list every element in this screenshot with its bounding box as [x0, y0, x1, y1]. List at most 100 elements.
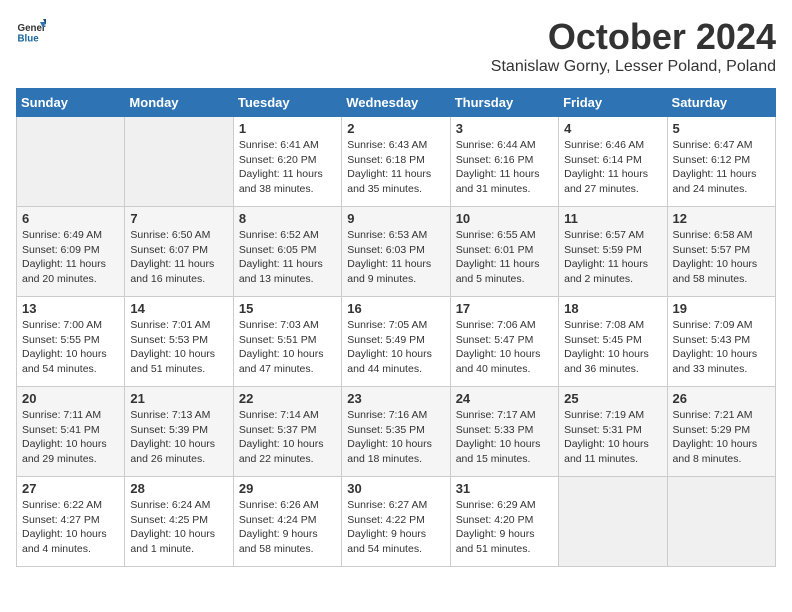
- day-number: 21: [130, 391, 227, 406]
- day-cell: 8 Sunrise: 6:52 AMSunset: 6:05 PMDaylight…: [233, 207, 341, 297]
- day-info: Sunrise: 7:06 AMSunset: 5:47 PMDaylight:…: [456, 318, 553, 377]
- day-info: Sunrise: 7:14 AMSunset: 5:37 PMDaylight:…: [239, 408, 336, 467]
- day-cell: 9 Sunrise: 6:53 AMSunset: 6:03 PMDaylight…: [342, 207, 450, 297]
- day-number: 19: [673, 301, 770, 316]
- day-number: 3: [456, 121, 553, 136]
- day-number: 1: [239, 121, 336, 136]
- col-header-wednesday: Wednesday: [342, 89, 450, 117]
- day-cell: 17 Sunrise: 7:06 AMSunset: 5:47 PMDayligh…: [450, 297, 558, 387]
- day-number: 17: [456, 301, 553, 316]
- day-info: Sunrise: 6:22 AMSunset: 4:27 PMDaylight:…: [22, 498, 119, 557]
- day-cell: 16Sunrise: 7:05 AMSunset: 5:49 PMDayligh…: [342, 297, 450, 387]
- day-number: 14: [130, 301, 227, 316]
- page-header: General Blue October 2024 Stanislaw Gorn…: [16, 16, 776, 76]
- day-number: 20: [22, 391, 119, 406]
- day-number: 25: [564, 391, 661, 406]
- day-cell: 27 Sunrise: 6:22 AMSunset: 4:27 PMDayligh…: [17, 477, 125, 567]
- day-cell: 31 Sunrise: 6:29 AMSunset: 4:20 PMDayligh…: [450, 477, 558, 567]
- day-cell: 24 Sunrise: 7:17 AMSunset: 5:33 PMDayligh…: [450, 387, 558, 477]
- day-info: Sunrise: 6:53 AMSunset: 6:03 PMDaylight:…: [347, 228, 444, 287]
- col-header-saturday: Saturday: [667, 89, 775, 117]
- day-cell: 2 Sunrise: 6:43 AMSunset: 6:18 PMDaylight…: [342, 117, 450, 207]
- day-cell: 13 Sunrise: 7:00 AMSunset: 5:55 PMDayligh…: [17, 297, 125, 387]
- day-number: 26: [673, 391, 770, 406]
- day-number: 7: [130, 211, 227, 226]
- col-header-sunday: Sunday: [17, 89, 125, 117]
- day-cell: 20 Sunrise: 7:11 AMSunset: 5:41 PMDayligh…: [17, 387, 125, 477]
- day-info: Sunrise: 6:43 AMSunset: 6:18 PMDaylight:…: [347, 138, 444, 197]
- week-row-5: 27 Sunrise: 6:22 AMSunset: 4:27 PMDayligh…: [17, 477, 776, 567]
- day-number: 4: [564, 121, 661, 136]
- day-number: 15: [239, 301, 336, 316]
- day-number: 12: [673, 211, 770, 226]
- day-number: 28: [130, 481, 227, 496]
- day-info: Sunrise: 7:03 AMSunset: 5:51 PMDaylight:…: [239, 318, 336, 377]
- day-number: 22: [239, 391, 336, 406]
- day-cell: 15 Sunrise: 7:03 AMSunset: 5:51 PMDayligh…: [233, 297, 341, 387]
- day-number: 9: [347, 211, 444, 226]
- day-info: Sunrise: 7:19 AMSunset: 5:31 PMDaylight:…: [564, 408, 661, 467]
- week-row-1: 1 Sunrise: 6:41 AMSunset: 6:20 PMDaylight…: [17, 117, 776, 207]
- day-info: Sunrise: 6:47 AMSunset: 6:12 PMDaylight:…: [673, 138, 770, 197]
- day-info: Sunrise: 7:11 AMSunset: 5:41 PMDaylight:…: [22, 408, 119, 467]
- day-cell: [17, 117, 125, 207]
- day-number: 31: [456, 481, 553, 496]
- col-header-thursday: Thursday: [450, 89, 558, 117]
- day-cell: 21 Sunrise: 7:13 AMSunset: 5:39 PMDayligh…: [125, 387, 233, 477]
- day-cell: 3 Sunrise: 6:44 AMSunset: 6:16 PMDaylight…: [450, 117, 558, 207]
- day-cell: [667, 477, 775, 567]
- day-number: 5: [673, 121, 770, 136]
- day-info: Sunrise: 6:50 AMSunset: 6:07 PMDaylight:…: [130, 228, 227, 287]
- day-cell: 23 Sunrise: 7:16 AMSunset: 5:35 PMDayligh…: [342, 387, 450, 477]
- day-cell: 4Sunrise: 6:46 AMSunset: 6:14 PMDaylight…: [559, 117, 667, 207]
- col-header-tuesday: Tuesday: [233, 89, 341, 117]
- day-cell: 26Sunrise: 7:21 AMSunset: 5:29 PMDayligh…: [667, 387, 775, 477]
- day-number: 29: [239, 481, 336, 496]
- day-number: 24: [456, 391, 553, 406]
- day-info: Sunrise: 6:24 AMSunset: 4:25 PMDaylight:…: [130, 498, 227, 557]
- day-info: Sunrise: 7:01 AMSunset: 5:53 PMDaylight:…: [130, 318, 227, 377]
- day-cell: 12 Sunrise: 6:58 AMSunset: 5:57 PMDayligh…: [667, 207, 775, 297]
- day-info: Sunrise: 7:08 AMSunset: 5:45 PMDaylight:…: [564, 318, 661, 377]
- week-row-4: 20 Sunrise: 7:11 AMSunset: 5:41 PMDayligh…: [17, 387, 776, 477]
- day-info: Sunrise: 7:13 AMSunset: 5:39 PMDaylight:…: [130, 408, 227, 467]
- day-cell: 5 Sunrise: 6:47 AMSunset: 6:12 PMDaylight…: [667, 117, 775, 207]
- location-title: Stanislaw Gorny, Lesser Poland, Poland: [491, 58, 776, 76]
- day-number: 18: [564, 301, 661, 316]
- day-number: 6: [22, 211, 119, 226]
- day-number: 10: [456, 211, 553, 226]
- day-info: Sunrise: 6:44 AMSunset: 6:16 PMDaylight:…: [456, 138, 553, 197]
- day-number: 13: [22, 301, 119, 316]
- logo-icon: General Blue: [16, 16, 46, 46]
- day-info: Sunrise: 6:41 AMSunset: 6:20 PMDaylight:…: [239, 138, 336, 197]
- day-info: Sunrise: 6:52 AMSunset: 6:05 PMDaylight:…: [239, 228, 336, 287]
- day-info: Sunrise: 6:58 AMSunset: 5:57 PMDaylight:…: [673, 228, 770, 287]
- day-cell: 25 Sunrise: 7:19 AMSunset: 5:31 PMDayligh…: [559, 387, 667, 477]
- day-cell: [125, 117, 233, 207]
- day-cell: 18 Sunrise: 7:08 AMSunset: 5:45 PMDayligh…: [559, 297, 667, 387]
- day-cell: 11Sunrise: 6:57 AMSunset: 5:59 PMDayligh…: [559, 207, 667, 297]
- day-info: Sunrise: 6:55 AMSunset: 6:01 PMDaylight:…: [456, 228, 553, 287]
- day-cell: 29Sunrise: 6:26 AMSunset: 4:24 PMDayligh…: [233, 477, 341, 567]
- day-number: 27: [22, 481, 119, 496]
- col-header-friday: Friday: [559, 89, 667, 117]
- title-area: October 2024 Stanislaw Gorny, Lesser Pol…: [491, 16, 776, 76]
- day-cell: 7 Sunrise: 6:50 AMSunset: 6:07 PMDaylight…: [125, 207, 233, 297]
- day-cell: 30Sunrise: 6:27 AMSunset: 4:22 PMDayligh…: [342, 477, 450, 567]
- day-info: Sunrise: 7:00 AMSunset: 5:55 PMDaylight:…: [22, 318, 119, 377]
- day-number: 2: [347, 121, 444, 136]
- day-number: 11: [564, 211, 661, 226]
- day-info: Sunrise: 6:49 AMSunset: 6:09 PMDaylight:…: [22, 228, 119, 287]
- day-cell: 1 Sunrise: 6:41 AMSunset: 6:20 PMDaylight…: [233, 117, 341, 207]
- day-number: 23: [347, 391, 444, 406]
- day-cell: 10 Sunrise: 6:55 AMSunset: 6:01 PMDayligh…: [450, 207, 558, 297]
- day-info: Sunrise: 7:16 AMSunset: 5:35 PMDaylight:…: [347, 408, 444, 467]
- day-cell: 19Sunrise: 7:09 AMSunset: 5:43 PMDayligh…: [667, 297, 775, 387]
- column-headers: SundayMondayTuesdayWednesdayThursdayFrid…: [17, 89, 776, 117]
- day-info: Sunrise: 7:05 AMSunset: 5:49 PMDaylight:…: [347, 318, 444, 377]
- day-cell: 6 Sunrise: 6:49 AMSunset: 6:09 PMDaylight…: [17, 207, 125, 297]
- day-info: Sunrise: 6:29 AMSunset: 4:20 PMDaylight:…: [456, 498, 553, 557]
- day-number: 8: [239, 211, 336, 226]
- day-info: Sunrise: 7:17 AMSunset: 5:33 PMDaylight:…: [456, 408, 553, 467]
- day-cell: [559, 477, 667, 567]
